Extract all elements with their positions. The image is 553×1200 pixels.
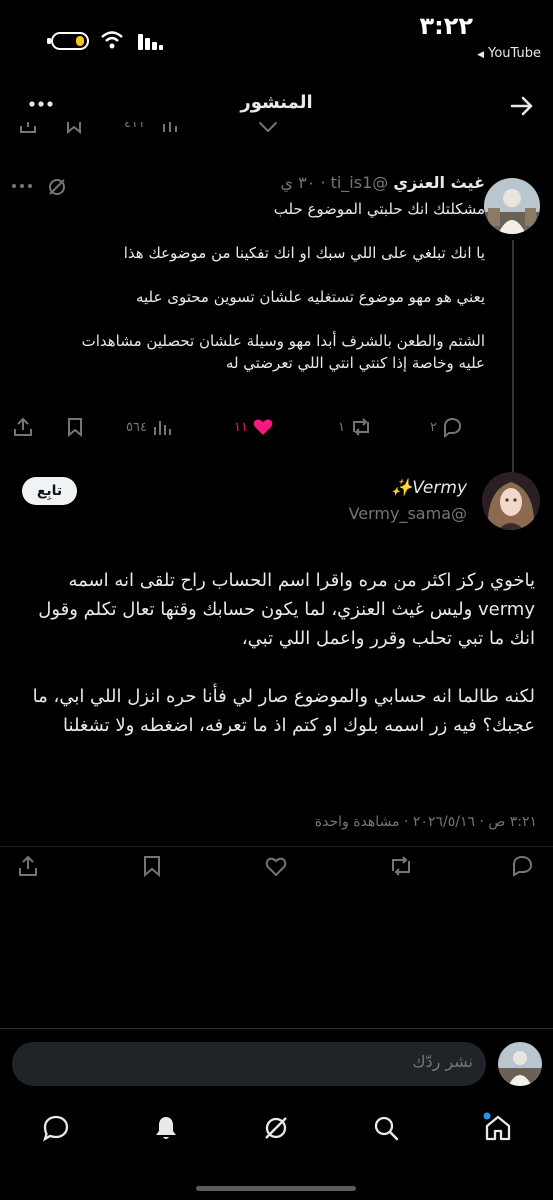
heart-filled-icon — [253, 419, 273, 435]
back-triangle-icon: ◀ — [477, 50, 484, 60]
author-handle[interactable]: @ti_is1 — [331, 173, 389, 192]
bookmark-button[interactable] — [64, 416, 86, 438]
search-icon — [374, 1116, 399, 1141]
views-icon — [153, 421, 171, 435]
notification-dot — [483, 1112, 491, 1120]
repost-button[interactable] — [388, 854, 414, 878]
heart-icon — [265, 857, 287, 877]
author-handle[interactable]: @Vermy_sama — [349, 504, 467, 523]
avatar[interactable] — [482, 472, 540, 530]
heart-icon — [259, 122, 277, 133]
signal-icon — [136, 32, 164, 50]
share-button[interactable] — [16, 854, 40, 878]
status-bar: ٣:٢٢ ◀ YouTube — [0, 0, 553, 70]
clipped-action-row: ٤١١ — [0, 122, 553, 140]
share-icon — [20, 122, 36, 133]
follow-button[interactable]: تابِع — [22, 477, 77, 505]
nav-home[interactable] — [482, 1112, 514, 1144]
likes-count: ١١ — [234, 419, 248, 435]
nav-messages[interactable] — [42, 1114, 70, 1142]
back-button[interactable] — [509, 93, 535, 119]
views-button[interactable]: ٥٦٤ — [126, 416, 173, 438]
reply-button[interactable]: ٢ — [430, 416, 463, 438]
battery-icon — [46, 31, 90, 51]
parent-tweet-text: مشكلتك انك حلبتي الموضوع حلب يا انك تبلغ… — [81, 200, 485, 372]
thread-line — [512, 240, 514, 472]
composer-avatar — [498, 1042, 542, 1086]
main-tweet-text: ياخوي ركز اكثر من مره واقرا اسم الحساب ر… — [32, 570, 535, 736]
reposts-count: ١ — [338, 419, 345, 435]
repost-button[interactable]: ١ — [338, 416, 373, 438]
bell-icon — [156, 1117, 176, 1139]
replies-count: ٢ — [430, 419, 437, 435]
nav-notifications[interactable] — [152, 1114, 180, 1142]
avatar-image — [482, 472, 540, 530]
like-button[interactable]: ١١ — [234, 416, 274, 438]
share-icon — [19, 855, 37, 876]
parent-author-line: غيث العنزي @ti_is1 · ٣٠ ي — [280, 173, 485, 192]
avatar[interactable] — [484, 178, 540, 234]
tweet-time: ٣٠ ي — [280, 173, 316, 192]
avatar-image — [484, 178, 540, 234]
status-time: ٣:٢٢ — [419, 12, 473, 40]
reply-placeholder: نشر ردّك — [412, 1052, 473, 1071]
display-name[interactable]: Vermy✨ — [391, 478, 467, 498]
main-action-bar — [0, 852, 553, 882]
share-icon — [14, 417, 32, 436]
share-button[interactable] — [12, 416, 34, 438]
page-title: المنشور — [240, 92, 313, 113]
parent-action-bar: ٥٦٤ ١١ ١ ٢ — [0, 414, 480, 444]
views-count: ٥٦٤ — [126, 419, 147, 435]
arrow-right-icon — [510, 96, 533, 116]
repost-icon — [352, 418, 369, 436]
avatar-image — [498, 1042, 542, 1086]
reply-icon — [513, 855, 533, 877]
more-dots-icon — [12, 184, 32, 188]
wifi-icon — [100, 30, 124, 50]
source-app-label: YouTube — [488, 46, 541, 61]
bottom-nav — [0, 1100, 553, 1160]
bookmark-icon — [144, 856, 160, 878]
bookmark-icon — [67, 122, 81, 134]
nav-grok[interactable] — [262, 1114, 290, 1142]
author-name[interactable]: غيث العنزي — [393, 173, 485, 192]
grok-button[interactable] — [46, 176, 68, 198]
views-icon — [163, 122, 177, 132]
repost-icon — [392, 856, 410, 876]
reply-composer-divider — [0, 1028, 553, 1029]
like-button[interactable] — [264, 854, 288, 878]
reply-button[interactable] — [510, 854, 534, 878]
back-to-app[interactable]: ◀ YouTube — [477, 46, 541, 61]
home-indicator — [196, 1186, 356, 1191]
nav-search[interactable] — [372, 1114, 400, 1142]
clipped-views-count: ٤١١ — [124, 122, 145, 131]
bookmark-icon — [68, 418, 82, 438]
divider — [0, 846, 553, 847]
reply-icon — [443, 417, 461, 438]
chat-bubble-icon — [43, 1115, 69, 1142]
tweet-meta: ٣:٢١ ص · ٢٠٢٦/٥/١٦ · مشاهدة واحدة — [314, 814, 537, 830]
tweet-more-button[interactable] — [10, 180, 34, 192]
grok-icon — [265, 1117, 287, 1139]
bookmark-button[interactable] — [140, 854, 164, 878]
grok-icon — [49, 179, 65, 195]
home-icon — [483, 1112, 511, 1141]
